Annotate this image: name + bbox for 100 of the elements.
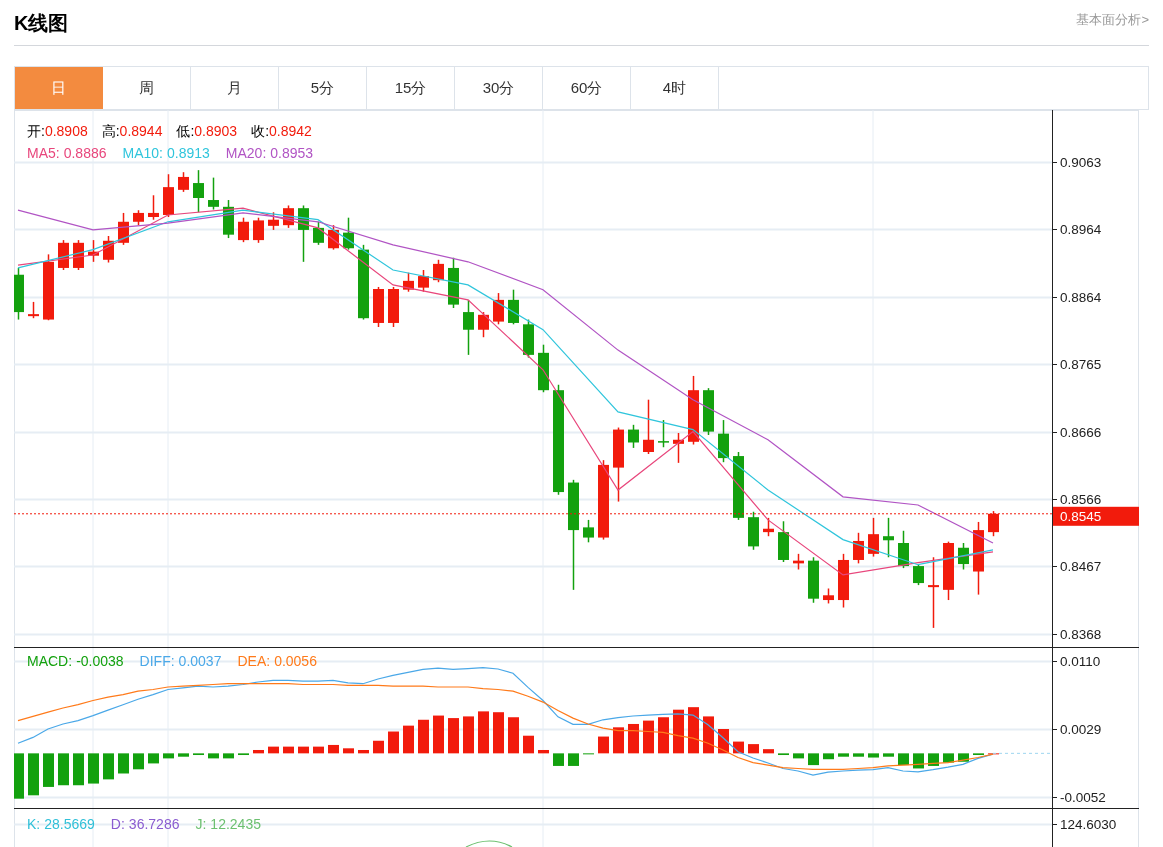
histogram-bar <box>673 709 684 754</box>
candlestick <box>163 173 174 218</box>
histogram-bar <box>103 753 114 780</box>
axis-label: 0.8765 <box>1060 357 1102 372</box>
histogram-bar <box>523 735 534 754</box>
axis-label: 0.8467 <box>1060 559 1102 574</box>
histogram-bar <box>628 723 639 754</box>
histogram-bar <box>58 753 69 786</box>
histogram-bar <box>133 753 144 770</box>
candlestick <box>328 224 339 251</box>
candlestick <box>688 375 699 446</box>
histogram-bar <box>373 740 384 754</box>
candlestick <box>508 288 519 326</box>
ohlc-reading: 开:0.8908 <box>27 122 88 141</box>
axis-label: 0.8368 <box>1060 627 1102 642</box>
axis-label: -0.0052 <box>1060 790 1106 805</box>
histogram-bar <box>328 744 339 754</box>
indicator-legend: D: 36.7286 <box>110 814 180 835</box>
candlestick <box>538 343 549 393</box>
candlestick <box>208 176 219 211</box>
histogram-bar <box>208 753 219 759</box>
ohlc-reading: 低:0.8903 <box>176 122 238 141</box>
histogram-bar <box>463 716 474 754</box>
histogram-bar <box>433 715 444 754</box>
histogram-bar <box>448 718 459 754</box>
candlestick <box>673 432 684 464</box>
indicator-legend: MA10: 0.8913 <box>122 143 210 164</box>
histogram-bar <box>148 753 159 764</box>
zero-line <box>992 752 1053 754</box>
histogram-bar <box>358 750 369 754</box>
indicator-legend: MA20: 0.8953 <box>225 143 314 164</box>
histogram-bar <box>598 736 609 754</box>
histogram-bar <box>763 749 774 754</box>
candlestick <box>478 311 489 338</box>
candlestick <box>898 530 909 569</box>
candlestick <box>748 511 759 551</box>
histogram-bar <box>238 753 249 756</box>
axis-label: 0.8864 <box>1060 290 1102 305</box>
candlestick <box>223 199 234 239</box>
histogram-bar <box>913 753 924 769</box>
histogram-bar <box>118 753 129 774</box>
histogram-bar <box>748 744 759 754</box>
candlestick <box>778 520 789 563</box>
histogram-bar <box>178 753 189 757</box>
histogram-bar <box>553 753 564 766</box>
candlestick <box>433 259 444 283</box>
axis-label: 0.9063 <box>1060 155 1102 170</box>
candlestick <box>763 517 774 537</box>
histogram-bar <box>703 716 714 754</box>
candlestick <box>268 211 279 231</box>
candlestick <box>853 532 864 565</box>
candlestick <box>463 299 474 356</box>
histogram-bar <box>388 731 399 754</box>
candlestick <box>733 451 744 521</box>
histogram-bar <box>898 753 909 766</box>
candlestick <box>718 419 729 463</box>
histogram-bar <box>793 753 804 759</box>
histogram-bar <box>193 753 204 756</box>
candlestick <box>493 292 504 326</box>
candlestick <box>373 286 384 328</box>
candlestick <box>883 517 894 558</box>
candlestick <box>178 171 189 193</box>
histogram-bar <box>343 748 354 754</box>
histogram-bar <box>88 753 99 784</box>
histogram-bar <box>43 753 54 787</box>
candlestick <box>838 553 849 609</box>
histogram-bar <box>73 753 84 786</box>
histogram-bar <box>283 746 294 754</box>
candlestick <box>28 301 39 319</box>
histogram-bar <box>478 711 489 754</box>
axis-label: 0.8566 <box>1060 492 1102 507</box>
histogram-bar <box>268 746 279 754</box>
candlestick <box>583 519 594 544</box>
indicator-legend: DIFF: 0.0037 <box>139 651 222 672</box>
histogram-bar <box>943 753 954 763</box>
histogram-bar <box>403 725 414 754</box>
indicator-legend: DEA: 0.0056 <box>237 651 317 672</box>
candlestick <box>388 286 399 328</box>
current-price: 0.8545 <box>1060 509 1102 525</box>
histogram-bar <box>853 753 864 757</box>
candlestick <box>658 419 669 448</box>
candlestick <box>148 194 159 221</box>
page-title: K线图 <box>14 10 69 36</box>
axis-label: 0.0029 <box>1060 722 1102 737</box>
candlestick <box>703 387 714 436</box>
histogram-bar <box>808 753 819 766</box>
histogram-bar <box>418 719 429 754</box>
candlestick <box>808 556 819 604</box>
ohlc-reading: 高:0.8944 <box>101 122 163 141</box>
histogram-bar <box>973 753 984 756</box>
candlestick <box>118 212 129 246</box>
candlestick <box>868 517 879 558</box>
histogram-bar <box>958 753 969 762</box>
candlestick <box>88 239 99 263</box>
histogram-bar <box>778 753 789 756</box>
candlestick <box>793 553 804 571</box>
axis-label: 0.8964 <box>1060 222 1102 237</box>
indicator-line <box>465 840 513 847</box>
histogram-bar <box>313 746 324 754</box>
axis-label: 0.0110 <box>1060 654 1101 669</box>
